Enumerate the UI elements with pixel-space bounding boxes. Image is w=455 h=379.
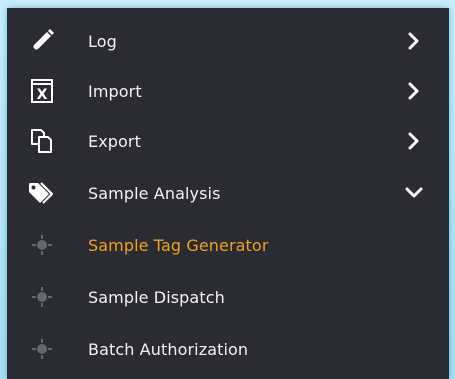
submenu-item-label: Batch Authorization bbox=[88, 339, 249, 359]
menu-item-sample-analysis[interactable]: Sample Analysis bbox=[7, 167, 449, 219]
menu-item-label: Export bbox=[88, 131, 141, 151]
target-icon bbox=[25, 231, 59, 259]
menu-item-label: Import bbox=[88, 81, 142, 101]
menu-item-import[interactable]: X Import bbox=[7, 65, 449, 117]
excel-icon: X bbox=[25, 77, 59, 105]
submenu-item-label: Sample Tag Generator bbox=[88, 235, 269, 255]
svg-text:X: X bbox=[37, 87, 48, 103]
submenu-item-label: Sample Dispatch bbox=[88, 287, 225, 307]
window-frame: Log X Import Export Sample Analysis Samp… bbox=[0, 0, 455, 379]
submenu-item-batch-authorization[interactable]: Batch Authorization bbox=[7, 323, 449, 375]
menu-item-log[interactable]: Log bbox=[7, 15, 449, 67]
menu-item-label: Log bbox=[88, 31, 117, 51]
submenu-item-sample-tag-generator[interactable]: Sample Tag Generator bbox=[7, 219, 449, 271]
chevron-down-icon bbox=[405, 184, 423, 202]
chevron-right-icon bbox=[405, 32, 423, 50]
tags-icon bbox=[25, 179, 59, 207]
menu-item-label: Sample Analysis bbox=[88, 183, 221, 203]
submenu-item-sample-dispatch[interactable]: Sample Dispatch bbox=[7, 271, 449, 323]
chevron-right-icon bbox=[405, 82, 423, 100]
target-icon bbox=[25, 335, 59, 363]
menu-item-export[interactable]: Export bbox=[7, 115, 449, 167]
pencil-icon bbox=[25, 27, 59, 55]
target-icon bbox=[25, 283, 59, 311]
chevron-right-icon bbox=[405, 132, 423, 150]
copy-icon bbox=[25, 127, 59, 155]
side-menu: Log X Import Export Sample Analysis Samp… bbox=[7, 8, 449, 379]
